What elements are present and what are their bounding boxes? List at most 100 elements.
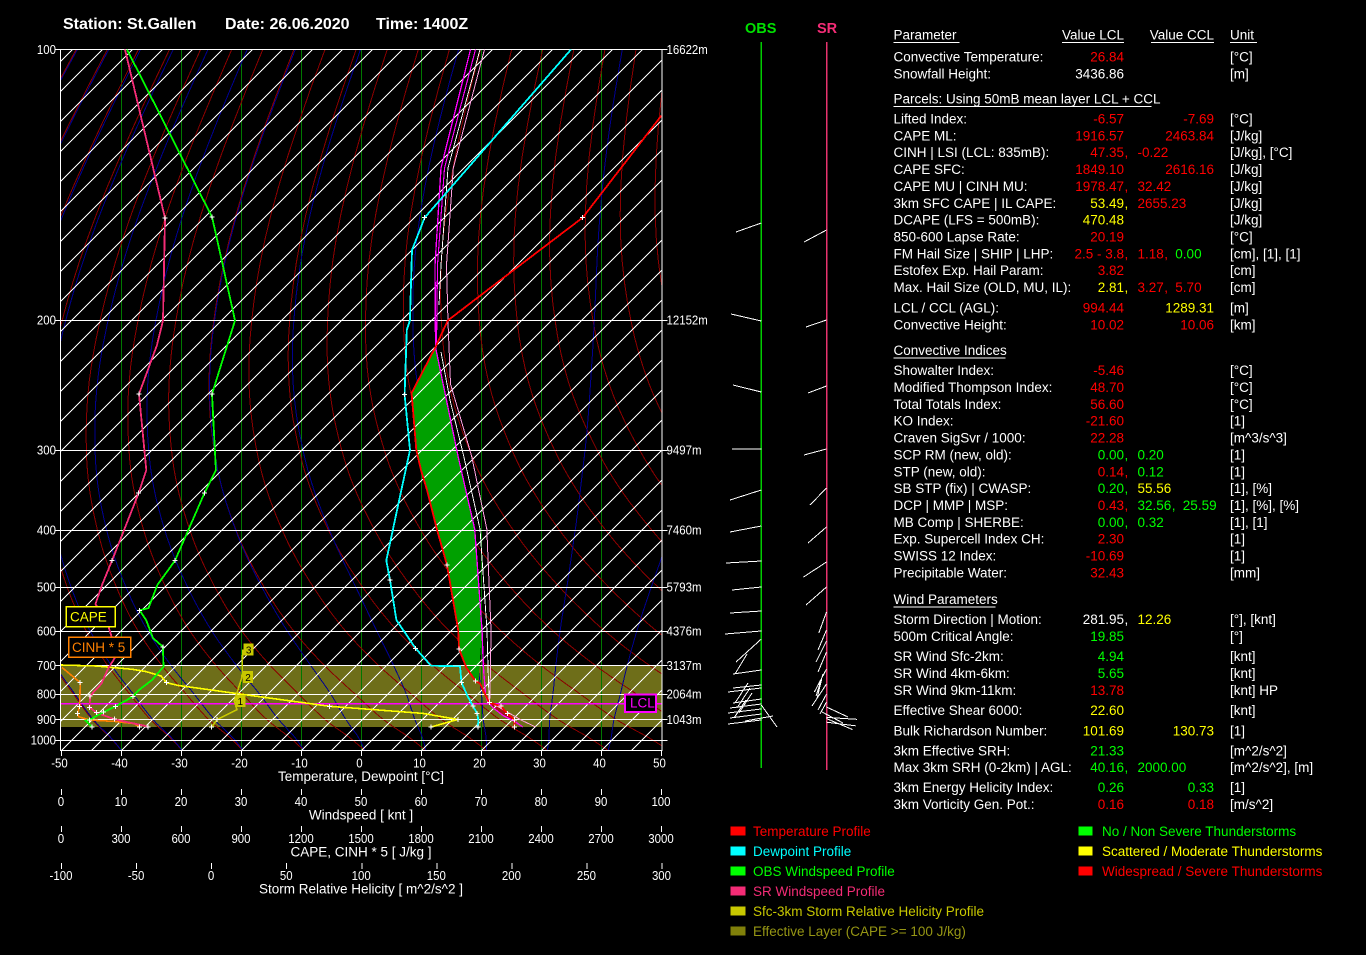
svg-text:Time: 1400Z: Time: 1400Z [376,16,468,33]
svg-text:SB STP (fix) | CWASP:: SB STP (fix) | CWASP: [894,481,1032,496]
svg-text:Widespread / Severe Thundersto: Widespread / Severe Thunderstorms [1102,864,1323,879]
svg-text:2.81: 2.81 [1098,280,1124,295]
svg-text:3137m: 3137m [667,658,702,673]
svg-text:0: 0 [58,794,64,809]
svg-text:Storm Relative Helicity [ m^2: Storm Relative Helicity [ m^2/s^2 ] [259,882,463,897]
svg-text:Value CCL: Value CCL [1150,28,1215,43]
svg-text:10.02: 10.02 [1090,318,1124,333]
svg-text:13.78: 13.78 [1090,683,1124,698]
svg-text:[J/kg]: [J/kg] [1230,196,1262,211]
svg-text:Windspeed [ knt ]: Windspeed [ knt ] [309,808,413,823]
svg-text:0: 0 [58,831,64,846]
svg-text:0: 0 [208,868,214,883]
svg-text:[1]: [1] [1230,414,1245,429]
svg-text:Precipitable Water:: Precipitable Water: [894,565,1008,580]
svg-text:[cm]: [cm] [1230,280,1256,295]
svg-text:3000: 3000 [648,831,673,846]
svg-text:-30: -30 [171,756,188,771]
svg-text:2.30: 2.30 [1098,532,1124,547]
svg-text:DCAPE (LFS = 500mB):: DCAPE (LFS = 500mB): [894,213,1040,228]
svg-text:Effective Shear 6000:: Effective Shear 6000: [894,703,1023,718]
svg-text:[1]: [1] [1230,724,1245,739]
svg-text:994.44: 994.44 [1083,301,1125,316]
svg-text:1043m: 1043m [667,712,702,727]
svg-text:Exp. Supercell Index CH:: Exp. Supercell Index CH: [894,532,1045,547]
svg-text:[cm]: [cm] [1230,263,1256,278]
svg-text:[J/kg], [°C]: [J/kg], [°C] [1230,145,1292,160]
svg-text:OBS: OBS [745,21,777,37]
svg-text:Scattered / Moderate Thunderst: Scattered / Moderate Thunderstorms [1102,844,1323,859]
svg-text:[knt] HP: [knt] HP [1230,683,1278,698]
svg-text:Modified Thompson Index:: Modified Thompson Index: [894,380,1053,395]
svg-text:[J/kg]: [J/kg] [1230,213,1262,228]
svg-text:3km Energy Helicity Index:: 3km Energy Helicity Index: [894,780,1054,795]
svg-text:Craven SigSvr / 1000:: Craven SigSvr / 1000: [894,431,1026,446]
svg-text:[mm]: [mm] [1230,565,1260,580]
svg-text:0.43: 0.43 [1098,498,1124,513]
svg-text:3: 3 [246,646,252,657]
svg-text:Lifted Index:: Lifted Index: [894,112,968,127]
svg-text:SR Wind 9km-11km:: SR Wind 9km-11km: [894,683,1017,698]
svg-text:CINH * 5: CINH * 5 [72,640,125,655]
svg-text:2: 2 [245,673,251,684]
svg-text:KO Index:: KO Index: [894,414,954,429]
svg-text:-20: -20 [231,756,248,771]
svg-text:CAPE SFC:: CAPE SFC: [894,162,965,177]
svg-text:-21.60: -21.60 [1086,414,1124,429]
svg-text:,: , [1125,179,1129,194]
svg-text:130.73: 130.73 [1173,724,1214,739]
svg-text:SR Windspeed Profile: SR Windspeed Profile [753,884,885,899]
svg-text:20: 20 [175,794,188,809]
svg-text:[knt]: [knt] [1230,666,1256,681]
svg-text:2.5 - 3.8: 2.5 - 3.8 [1074,246,1124,261]
svg-text:-6.57: -6.57 [1093,112,1124,127]
svg-text:Convective Indices: Convective Indices [894,343,1008,358]
svg-text:[°C]: [°C] [1230,363,1253,378]
svg-text:[1]: [1] [1230,464,1245,479]
svg-text:3km Effective SRH:: 3km Effective SRH: [894,743,1011,758]
svg-text:22.60: 22.60 [1090,703,1124,718]
svg-text:-50: -50 [51,756,68,771]
svg-text:[°], [knt]: [°], [knt] [1230,612,1276,627]
svg-text:Effective Layer (CAPE >= 100 J: Effective Layer (CAPE >= 100 J/kg) [753,924,966,939]
svg-text:,: , [1125,481,1129,496]
svg-text:[km]: [km] [1230,318,1256,333]
svg-text:[J/kg]: [J/kg] [1230,179,1262,194]
svg-text:[m]: [m] [1230,67,1249,82]
svg-text:Convective Temperature:: Convective Temperature: [894,50,1044,65]
svg-text:2616.16: 2616.16 [1165,162,1214,177]
svg-text:[°C]: [°C] [1230,50,1253,65]
svg-text:SR Wind 4km-6km:: SR Wind 4km-6km: [894,666,1010,681]
svg-text:Station: St.Gallen: Station: St.Gallen [63,16,196,33]
svg-text:1289.31: 1289.31 [1165,301,1214,316]
svg-text:101.69: 101.69 [1083,724,1124,739]
svg-text:,: , [1172,498,1176,513]
svg-text:[J/kg]: [J/kg] [1230,128,1262,143]
svg-text:300: 300 [37,443,56,458]
svg-text:-7.69: -7.69 [1183,112,1214,127]
svg-text:[m^2/s^2], [m]: [m^2/s^2], [m] [1230,760,1313,775]
svg-text:[°C]: [°C] [1230,112,1253,127]
svg-text:[°C]: [°C] [1230,230,1253,245]
svg-text:70: 70 [475,794,488,809]
svg-text:[1]: [1] [1230,447,1245,462]
svg-text:1978.47: 1978.47 [1075,179,1124,194]
svg-text:1.18: 1.18 [1138,246,1164,261]
svg-text:50: 50 [653,756,666,771]
svg-text:2100: 2100 [468,831,493,846]
svg-text:4376m: 4376m [667,624,702,639]
svg-text:1849.10: 1849.10 [1075,162,1124,177]
svg-text:Dewpoint Profile: Dewpoint Profile [753,844,851,859]
svg-text:Estofex Exp. Hail Param:: Estofex Exp. Hail Param: [894,263,1044,278]
svg-text:900: 900 [231,831,250,846]
svg-text:2700: 2700 [588,831,613,846]
svg-text:12.26: 12.26 [1138,612,1172,627]
svg-text:[m]: [m] [1230,301,1249,316]
svg-text:,: , [1125,760,1129,775]
svg-text:[°C]: [°C] [1230,397,1253,412]
svg-text:Storm Direction | Motion:: Storm Direction | Motion: [894,612,1042,627]
svg-text:100: 100 [651,794,670,809]
svg-text:4.94: 4.94 [1098,649,1125,664]
svg-text:,: , [1125,145,1129,160]
svg-text:3km SFC CAPE | IL CAPE:: 3km SFC CAPE | IL CAPE: [894,196,1057,211]
